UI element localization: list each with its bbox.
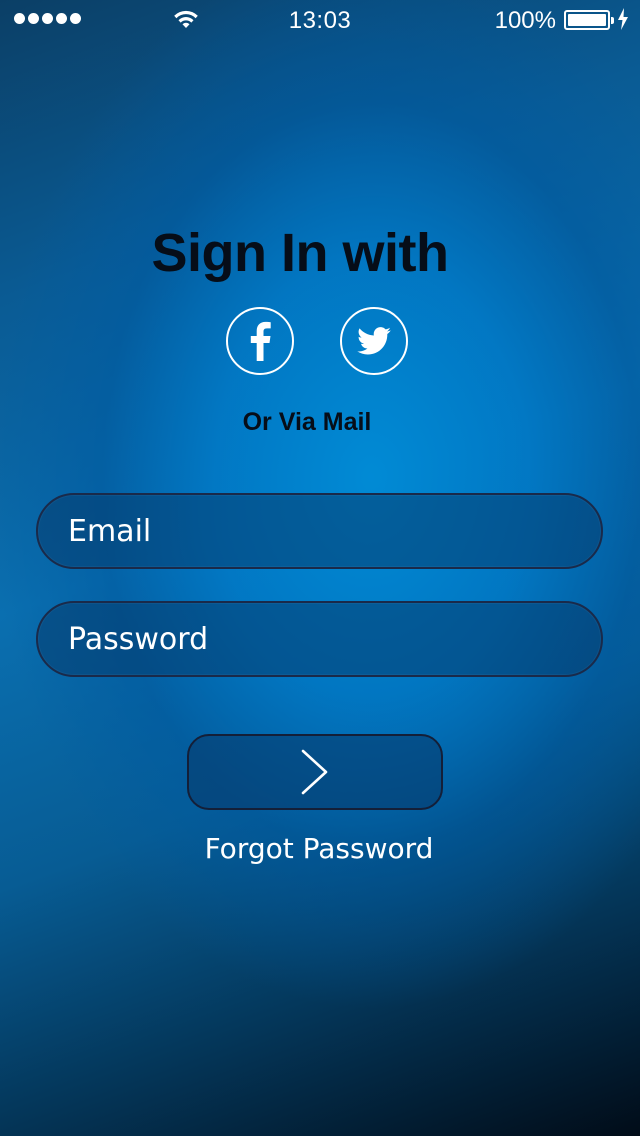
forgot-password-link[interactable]: Forgot Password: [0, 832, 638, 865]
status-bar: 13:03 100%: [0, 0, 640, 40]
password-input[interactable]: [38, 603, 601, 675]
chevron-right-icon: [301, 749, 328, 795]
battery-icon: [564, 10, 614, 30]
twitter-icon: [357, 327, 391, 355]
twitter-signin-button[interactable]: [340, 307, 408, 375]
battery-percentage: 100%: [494, 7, 556, 34]
charging-bolt-icon: [618, 8, 628, 30]
password-field-container: [36, 601, 603, 677]
facebook-signin-button[interactable]: [226, 307, 294, 375]
email-field-container: [36, 493, 603, 569]
facebook-icon: [250, 321, 271, 361]
email-input[interactable]: [38, 495, 601, 567]
submit-button[interactable]: [187, 734, 443, 810]
or-via-mail-label: Or Via Mail: [242, 408, 372, 436]
signin-title: Sign In with: [151, 223, 449, 283]
